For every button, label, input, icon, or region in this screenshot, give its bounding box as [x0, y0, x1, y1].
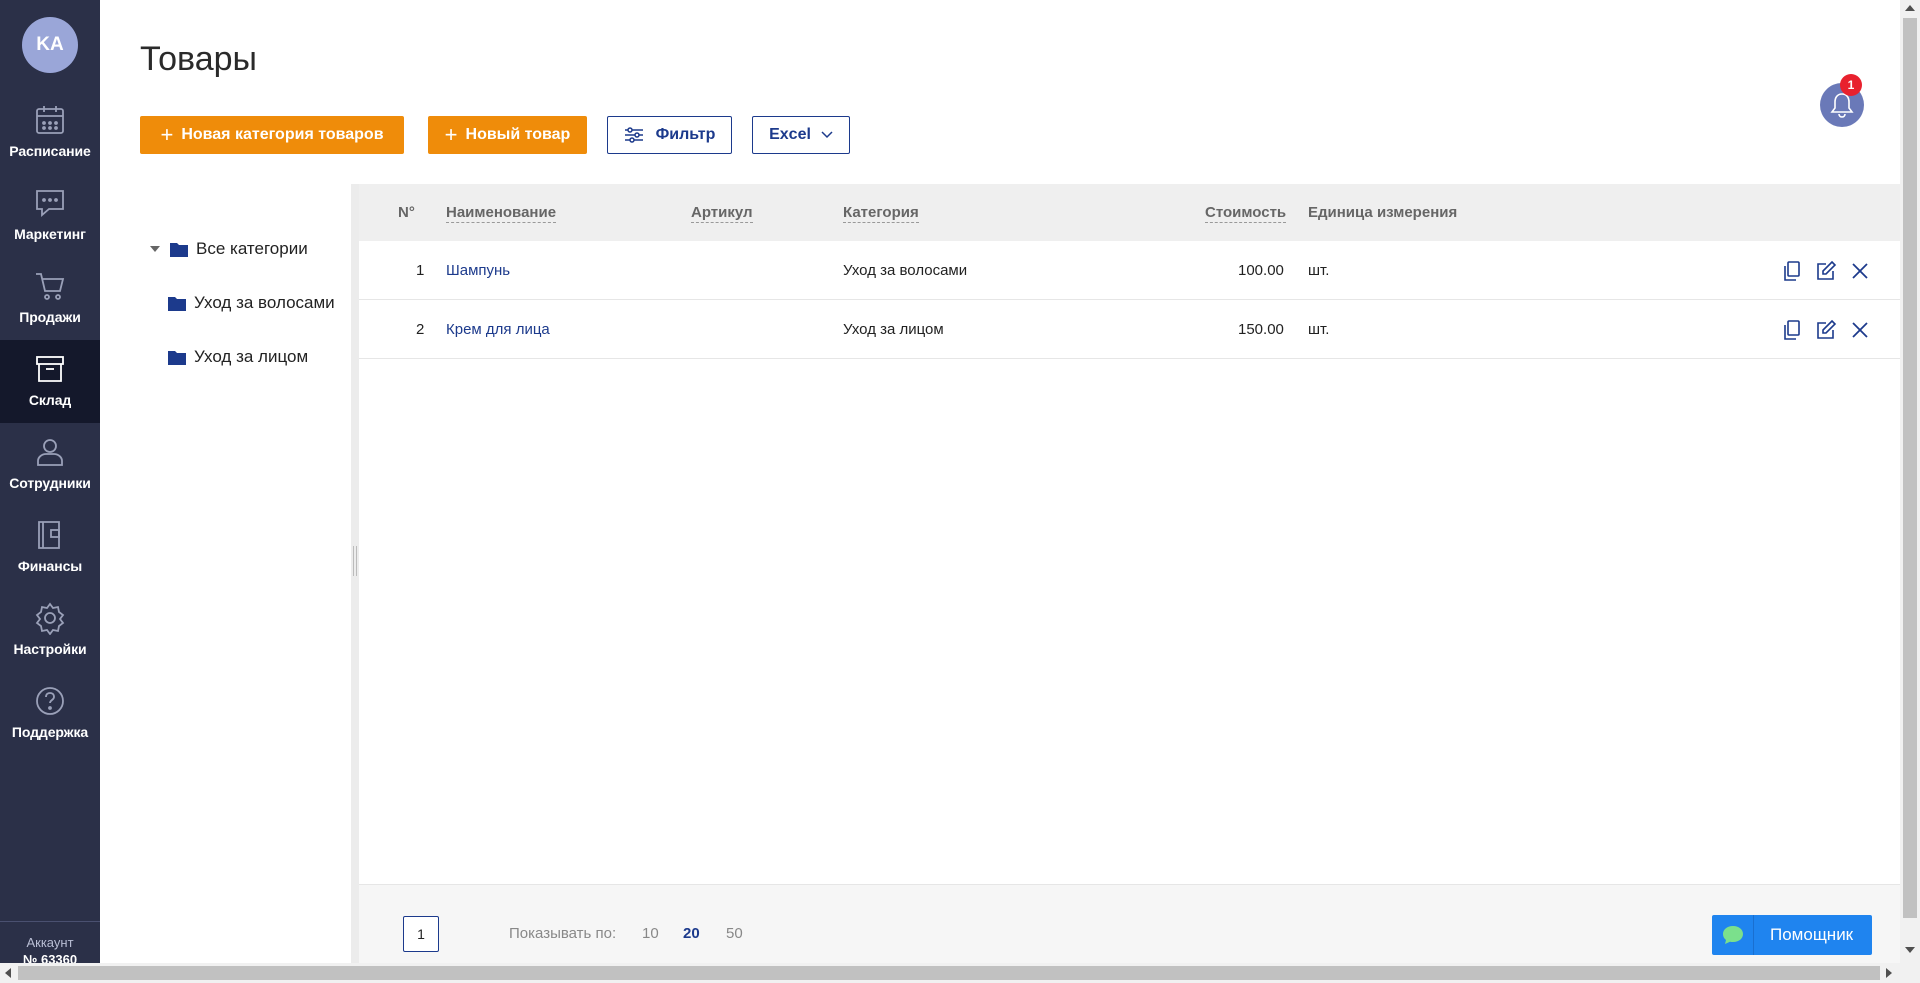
column-header-unit: Единица измерения: [1308, 204, 1458, 221]
per-page-option-20[interactable]: 20: [683, 925, 700, 942]
edit-icon[interactable]: [1815, 260, 1837, 282]
tree-item-label: Уход за лицом: [194, 347, 309, 366]
assistant-label: Помощник: [1770, 925, 1854, 944]
column-header-name[interactable]: Наименование: [446, 204, 557, 223]
filter-label: Фильтр: [655, 126, 716, 143]
tree-item-hair-care[interactable]: Уход за волосами: [168, 293, 335, 313]
table-row: [359, 300, 1900, 359]
folder-icon: [170, 242, 188, 257]
excel-dropdown[interactable]: Excel: [752, 116, 850, 154]
row-num: 2: [416, 321, 425, 338]
sidebar-item-label: Продажи: [19, 309, 81, 325]
column-header-category[interactable]: Категория: [843, 204, 919, 223]
page-button[interactable]: 1: [403, 916, 439, 952]
delete-icon[interactable]: [1849, 319, 1871, 341]
product-price: 150.00: [1238, 321, 1284, 338]
new-category-button[interactable]: + Новая категория товаров: [140, 116, 404, 154]
product-price: 100.00: [1238, 262, 1284, 279]
tree-item-all-categories[interactable]: Все категории: [150, 239, 308, 259]
column-header-price[interactable]: Стоимость: [1205, 204, 1287, 223]
scroll-right-icon[interactable]: [1886, 968, 1892, 978]
sidebar-item-settings[interactable]: Настройки: [0, 589, 100, 672]
sidebar: KA Расписание Маркетинг Продажи Склад Со…: [0, 0, 100, 963]
column-header-sku[interactable]: Артикул: [691, 204, 753, 223]
new-product-label: Новый товар: [465, 126, 571, 143]
sidebar-item-finance[interactable]: Финансы: [0, 506, 100, 589]
table-row: [359, 241, 1900, 300]
copy-icon[interactable]: [1781, 319, 1803, 341]
splitter-grip-icon[interactable]: [353, 546, 357, 576]
per-page-option-10[interactable]: 10: [642, 925, 659, 942]
row-num: 1: [416, 262, 425, 279]
sidebar-item-label: Склад: [28, 392, 72, 408]
table-footer: [359, 884, 1900, 963]
plus-icon: +: [444, 122, 458, 147]
per-page-option-50[interactable]: 50: [726, 925, 743, 942]
delete-icon[interactable]: [1849, 260, 1871, 282]
sidebar-item-marketing[interactable]: Маркетинг: [0, 174, 100, 257]
product-unit: шт.: [1308, 321, 1330, 338]
filter-button[interactable]: Фильтр: [607, 116, 732, 154]
scroll-up-icon[interactable]: [1905, 5, 1915, 11]
sidebar-item-label: Маркетинг: [14, 226, 86, 242]
edit-icon[interactable]: [1815, 319, 1837, 341]
wallet-icon: [38, 521, 60, 549]
sidebar-item-warehouse[interactable]: Склад: [0, 340, 100, 423]
per-page-label: Показывать по:: [509, 925, 617, 942]
sidebar-item-label: Расписание: [9, 143, 91, 159]
folder-icon: [168, 296, 186, 311]
caret-down-icon[interactable]: [150, 246, 160, 252]
chat-icon: [36, 190, 64, 217]
new-category-label: Новая категория товаров: [181, 126, 384, 143]
tree-item-label: Все категории: [196, 239, 308, 258]
chevron-down-icon: [821, 131, 833, 139]
product-category: Уход за лицом: [843, 321, 944, 338]
sidebar-item-support[interactable]: Поддержка: [0, 672, 100, 755]
scroll-down-icon[interactable]: [1905, 947, 1915, 953]
tree-item-face-care[interactable]: Уход за лицом: [168, 347, 308, 367]
excel-label: Excel: [769, 126, 811, 143]
product-name-link[interactable]: Крем для лица: [446, 321, 550, 338]
column-header-num: N°: [398, 204, 415, 221]
product-category: Уход за волосами: [843, 262, 968, 279]
plus-icon: +: [160, 122, 174, 147]
product-unit: шт.: [1308, 262, 1330, 279]
sidebar-item-label: Финансы: [17, 558, 83, 574]
archive-icon: [36, 356, 64, 382]
vertical-scrollbar-thumb[interactable]: [1903, 18, 1917, 918]
gear-icon: [35, 602, 65, 635]
assistant-button[interactable]: Помощник: [1712, 915, 1872, 955]
tree-item-label: Уход за волосами: [194, 293, 335, 312]
sidebar-item-label: Сотрудники: [9, 475, 91, 491]
user-icon: [37, 439, 63, 466]
calendar-icon: [36, 106, 64, 134]
sidebar-item-label: Поддержка: [11, 724, 89, 740]
account-number: № 63360: [22, 952, 78, 963]
new-product-button[interactable]: + Новый товар: [428, 116, 587, 154]
account-label: Аккаунт: [26, 935, 74, 950]
notification-badge: 1: [1840, 74, 1862, 96]
cart-icon: [36, 273, 65, 300]
scroll-left-icon[interactable]: [5, 968, 11, 978]
sidebar-item-staff[interactable]: Сотрудники: [0, 423, 100, 506]
help-icon: [36, 687, 64, 715]
sidebar-item-schedule[interactable]: Расписание: [0, 91, 100, 174]
row-actions: [1781, 319, 1871, 341]
copy-icon[interactable]: [1781, 260, 1803, 282]
table-header: [359, 184, 1900, 241]
product-name-link[interactable]: Шампунь: [446, 262, 510, 279]
account-info[interactable]: Аккаунт № 63360: [0, 921, 100, 963]
avatar[interactable]: KA: [22, 17, 78, 73]
page-title: Товары: [140, 40, 257, 78]
horizontal-scrollbar-thumb[interactable]: [18, 966, 1880, 980]
row-actions: [1781, 260, 1871, 282]
chat-bubble-icon: [1712, 915, 1754, 955]
sliders-icon: [624, 127, 643, 143]
folder-icon: [168, 350, 186, 365]
sidebar-item-sales[interactable]: Продажи: [0, 257, 100, 340]
sidebar-item-label: Настройки: [13, 641, 87, 657]
